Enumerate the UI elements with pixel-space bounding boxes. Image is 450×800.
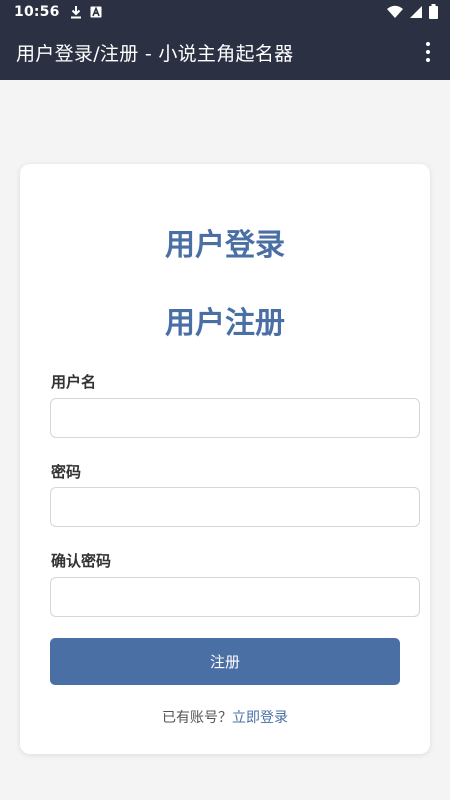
confirm-password-input[interactable]	[50, 577, 420, 617]
a-icon	[90, 6, 102, 18]
confirm-password-label: 确认密码	[51, 552, 112, 570]
download-icon	[70, 6, 81, 19]
username-label: 用户名	[51, 373, 97, 391]
auth-card: 用户登录 用户注册 用户名 密码 确认密码 注册 已有账号？立即登录	[20, 164, 430, 754]
content-area: 用户登录 用户注册 用户名 密码 确认密码 注册 已有账号？立即登录	[0, 80, 450, 800]
login-prompt: 已有账号？立即登录	[20, 707, 430, 727]
login-now-link[interactable]: 立即登录	[232, 710, 288, 726]
app-title: 用户登录/注册 - 小说主角起名器	[16, 42, 294, 65]
register-heading: 用户注册	[165, 306, 285, 341]
password-label: 密码	[51, 463, 82, 481]
status-bar: 10:56	[0, 0, 450, 24]
login-prompt-text: 已有账号？	[162, 710, 232, 726]
app-bar: 用户登录/注册 - 小说主角起名器	[0, 24, 450, 80]
signal-icon	[410, 5, 422, 18]
status-icons-right	[387, 4, 438, 19]
status-icons-left	[70, 5, 102, 19]
register-button[interactable]: 注册	[50, 638, 400, 685]
wifi-icon	[387, 5, 403, 18]
username-input[interactable]	[50, 398, 420, 438]
password-input[interactable]	[50, 487, 420, 527]
login-heading: 用户登录	[165, 228, 285, 263]
status-time: 10:56	[14, 4, 60, 20]
battery-icon	[429, 4, 438, 19]
more-vert-icon[interactable]	[420, 42, 436, 62]
